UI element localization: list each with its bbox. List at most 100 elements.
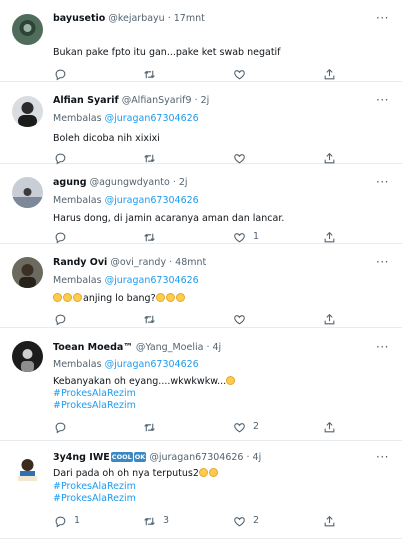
replying-to-handle[interactable]: @juragan67304626 — [105, 359, 199, 370]
tweet-header: bayusetio @kejarbayu · 17mnt — [53, 13, 205, 25]
retweet-button[interactable] — [143, 420, 163, 434]
tweet-header: Randy Ovi @ovi_randy · 48mnt — [53, 257, 206, 269]
more-icon[interactable]: ··· — [376, 451, 389, 463]
reply-button[interactable] — [54, 67, 74, 81]
tweet-meta: @kejarbayu · 17mnt — [108, 13, 205, 24]
tweet-header: Alfian Syarif @AlfianSyarif9 · 2j — [53, 95, 209, 107]
reply-icon — [54, 421, 67, 434]
tweet-text: Dari pada oh oh nya terputus2 — [53, 468, 219, 480]
more-icon[interactable]: ··· — [376, 341, 389, 353]
tweet[interactable]: Randy Ovi @ovi_randy · 48mnt ··· Membalas … — [0, 244, 402, 328]
avatar[interactable] — [12, 341, 43, 372]
replying-to-handle[interactable]: @juragan67304626 — [105, 113, 199, 124]
tweet[interactable]: agung @agungwdyanto · 2j ··· Membalas @jur… — [0, 164, 402, 244]
share-icon — [323, 421, 336, 434]
user-handle[interactable]: @kejarbayu — [108, 13, 164, 24]
display-name[interactable]: agung — [53, 177, 87, 188]
reply-feed: bayusetio @kejarbayu · 17mnt ··· Bukan pak… — [0, 0, 402, 539]
laughing-emoji-icon — [63, 293, 72, 302]
replying-to-handle[interactable]: @juragan67304626 — [105, 195, 199, 206]
tweet-text: Harus dong, di jamin acaranya aman dan l… — [53, 213, 284, 225]
share-button[interactable] — [323, 312, 336, 326]
like-button[interactable] — [233, 312, 253, 326]
like-button[interactable]: 2 — [233, 420, 259, 434]
tweet-text: anjing lo bang? — [53, 293, 186, 305]
tweet-meta: @agungwdyanto · 2j — [89, 177, 188, 188]
reply-button[interactable]: 1 — [54, 514, 80, 528]
share-icon — [323, 231, 336, 244]
reply-button[interactable] — [54, 230, 74, 244]
retweet-icon — [143, 421, 156, 434]
tweet[interactable]: Alfian Syarif @AlfianSyarif9 · 2j ··· Memb… — [0, 82, 402, 164]
retweet-button[interactable] — [143, 312, 163, 326]
timestamp[interactable]: 2j — [201, 95, 210, 106]
display-name[interactable]: Alfian Syarif — [53, 95, 119, 106]
timestamp[interactable]: 4j — [253, 452, 262, 463]
avatar[interactable] — [12, 96, 43, 127]
display-name[interactable]: bayusetio — [53, 13, 105, 24]
share-button[interactable] — [323, 151, 336, 165]
retweet-button[interactable] — [143, 67, 163, 81]
timestamp[interactable]: 4j — [212, 342, 221, 353]
retweet-count: 3 — [163, 515, 170, 526]
reply-button[interactable] — [54, 151, 74, 165]
tweet[interactable]: bayusetio @kejarbayu · 17mnt ··· Bukan pak… — [0, 0, 402, 82]
tweet-text-body: Boleh dicoba nih xixixi — [53, 133, 160, 144]
replying-to: Membalas @juragan67304626 — [53, 113, 199, 125]
ok-badge-icon: OK — [133, 452, 147, 462]
replying-to: Membalas @juragan67304626 — [53, 195, 199, 207]
avatar[interactable] — [12, 454, 43, 485]
user-handle[interactable]: @ovi_randy — [110, 257, 166, 268]
tweet[interactable]: 3y4ng IWE COOL OK @juragan67304626 · 4j ···… — [0, 441, 402, 539]
laughing-emoji-icon — [165, 293, 175, 302]
like-button[interactable] — [233, 151, 253, 165]
more-icon[interactable]: ··· — [376, 256, 389, 268]
hashtag-link[interactable]: #ProkesAlaRezim — [53, 481, 136, 493]
share-button[interactable] — [323, 67, 336, 81]
replying-to-label: Membalas — [53, 275, 102, 286]
retweet-icon — [143, 231, 156, 244]
share-button[interactable] — [323, 514, 336, 528]
retweet-icon — [143, 68, 156, 81]
hashtag-link[interactable]: #ProkesAlaRezim — [53, 493, 136, 505]
display-name[interactable]: 3y4ng IWE — [53, 452, 110, 463]
display-name[interactable]: Randy Ovi — [53, 257, 107, 268]
tweet[interactable]: Toean Moeda™ @Yang_Moelia · 4j ··· Membala… — [0, 328, 402, 441]
retweet-button[interactable] — [143, 151, 163, 165]
tweet-text: Boleh dicoba nih xixixi — [53, 133, 160, 145]
display-name[interactable]: Toean Moeda™ — [53, 342, 133, 353]
retweet-button[interactable] — [143, 230, 163, 244]
avatar[interactable] — [12, 14, 43, 45]
more-icon[interactable]: ··· — [376, 176, 389, 188]
reply-icon — [54, 231, 67, 244]
retweet-icon — [143, 515, 156, 528]
heart-icon — [233, 152, 246, 165]
like-button[interactable]: 1 — [233, 230, 259, 244]
reply-button[interactable] — [54, 420, 74, 434]
like-button[interactable] — [233, 67, 253, 81]
retweet-button[interactable]: 3 — [143, 514, 169, 528]
hashtag-link[interactable]: #ProkesAlaRezim — [53, 400, 136, 412]
heart-icon — [233, 231, 246, 244]
timestamp[interactable]: 48mnt — [175, 257, 206, 268]
more-icon[interactable]: ··· — [376, 12, 389, 24]
more-icon[interactable]: ··· — [376, 94, 389, 106]
like-count: 2 — [253, 515, 260, 526]
share-button[interactable] — [323, 230, 336, 244]
share-button[interactable] — [323, 420, 336, 434]
like-count: 1 — [253, 231, 260, 242]
reply-button[interactable] — [54, 312, 74, 326]
cool-badge-icon: COOL — [110, 452, 133, 462]
avatar[interactable] — [12, 177, 43, 208]
user-handle[interactable]: @juragan67304626 — [149, 452, 243, 463]
user-handle[interactable]: @AlfianSyarif9 — [122, 95, 192, 106]
timestamp[interactable]: 2j — [179, 177, 188, 188]
user-handle[interactable]: @agungwdyanto — [90, 177, 170, 188]
replying-to-handle[interactable]: @juragan67304626 — [105, 275, 199, 286]
timestamp[interactable]: 17mnt — [174, 13, 205, 24]
like-button[interactable]: 2 — [233, 514, 259, 528]
hashtag-link[interactable]: #ProkesAlaRezim — [53, 388, 136, 400]
user-handle[interactable]: @Yang_Moelia — [136, 342, 204, 353]
retweet-icon — [143, 313, 156, 326]
avatar[interactable] — [12, 257, 43, 288]
